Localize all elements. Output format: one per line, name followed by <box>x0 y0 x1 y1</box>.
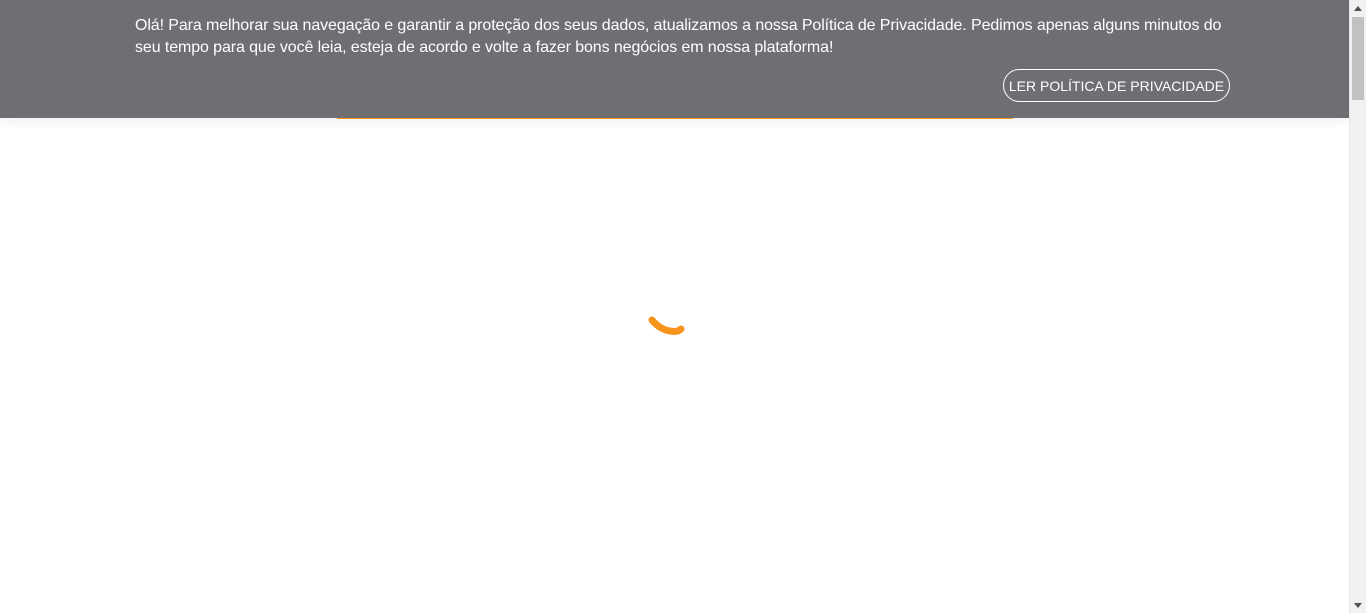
scrollbar-thumb[interactable] <box>1352 17 1364 100</box>
scroll-down-arrow-icon[interactable] <box>1350 597 1366 613</box>
privacy-policy-banner: Olá! Para melhorar sua navegação e garan… <box>0 0 1349 118</box>
privacy-policy-message: Olá! Para melhorar sua navegação e garan… <box>135 17 1222 56</box>
vertical-scrollbar[interactable] <box>1349 0 1366 613</box>
read-privacy-policy-button[interactable]: LER POLÍTICA DE PRIVACIDADE <box>1003 69 1230 102</box>
page: Olá! Para melhorar sua navegação e garan… <box>0 0 1366 613</box>
loading-spinner-icon <box>648 316 685 335</box>
scroll-up-arrow-icon[interactable] <box>1350 0 1366 16</box>
